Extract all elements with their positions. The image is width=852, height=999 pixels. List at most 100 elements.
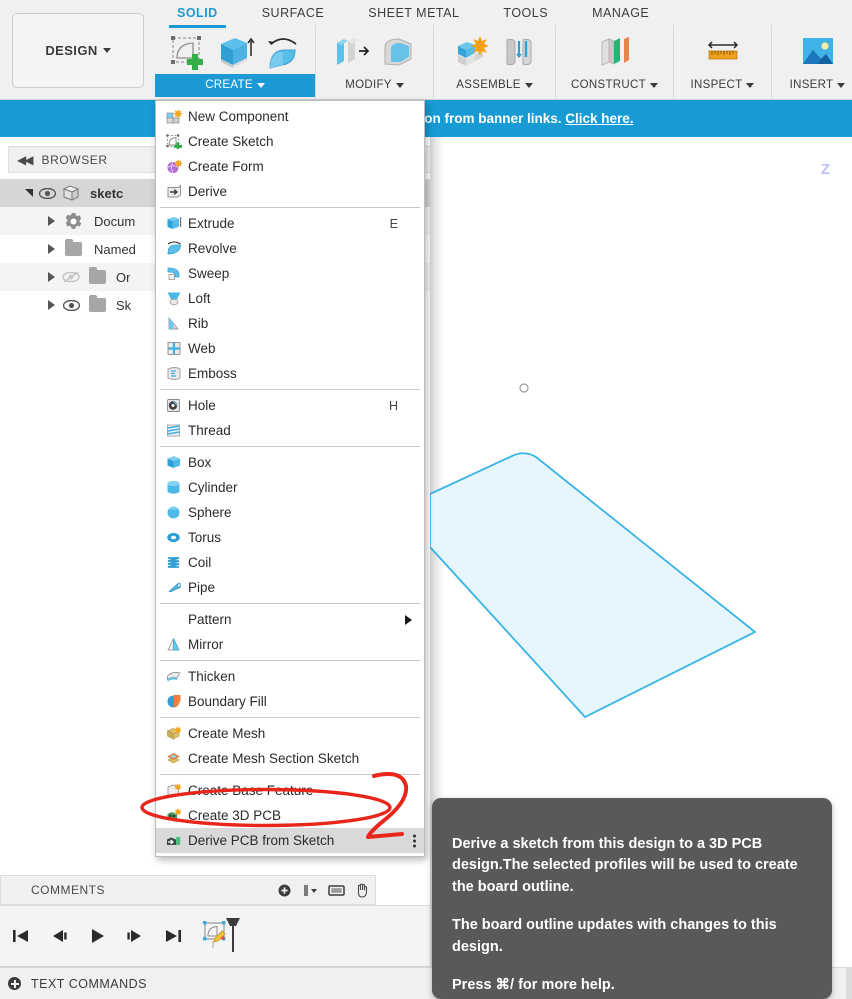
menu-item-create-mesh[interactable]: Create Mesh — [156, 721, 424, 746]
menu-item-box[interactable]: Box — [156, 450, 424, 475]
menu-item-label: Pipe — [188, 580, 216, 595]
grid-settings-icon[interactable] — [323, 875, 349, 905]
visibility-eye-icon[interactable] — [58, 299, 84, 311]
expand-text-commands-icon[interactable] — [8, 977, 21, 990]
tab-surface-label: SURFACE — [261, 6, 325, 20]
create-sketch-icon[interactable] — [165, 30, 209, 74]
menu-item-sweep[interactable]: Sweep — [156, 261, 424, 286]
panel-create-dropdown[interactable]: CREATE — [155, 74, 315, 97]
step-forward-icon[interactable] — [122, 921, 148, 951]
menu-item-create-form[interactable]: Create Form — [156, 154, 424, 179]
play-icon[interactable] — [84, 921, 110, 951]
panel-assemble-label: ASSEMBLE — [456, 79, 521, 91]
joint-icon[interactable] — [497, 30, 541, 74]
tab-manage[interactable]: MANAGE — [570, 0, 671, 26]
new-component-icon[interactable] — [449, 30, 493, 74]
menu-item-loft[interactable]: Loft — [156, 286, 424, 311]
menu-item-label: Loft — [188, 291, 211, 306]
scrollbar-edge[interactable] — [846, 967, 852, 999]
visibility-off-icon[interactable] — [58, 271, 84, 283]
add-comment-icon[interactable] — [271, 875, 297, 905]
menu-item-create-sketch[interactable]: Create Sketch — [156, 129, 424, 154]
go-to-beginning-icon[interactable] — [8, 921, 34, 951]
overflow-menu-icon[interactable] — [413, 834, 416, 847]
tab-surface[interactable]: SURFACE — [240, 0, 347, 26]
panel-assemble-icons — [441, 25, 549, 74]
menu-item-new-component[interactable]: New Component — [156, 104, 424, 129]
menu-item-cylinder[interactable]: Cylinder — [156, 475, 424, 500]
chevron-down-icon — [256, 83, 265, 88]
menu-item-extrude[interactable]: Extrude E — [156, 211, 424, 236]
menu-item-derive-pcb-from-sketch[interactable]: Derive PCB from Sketch — [156, 828, 424, 853]
panel-construct-dropdown[interactable]: CONSTRUCT — [556, 74, 673, 97]
create-dropdown-menu[interactable]: New Component Create Sketch Create Form … — [155, 100, 425, 857]
panel-insert-icons — [788, 25, 848, 74]
sketch-profile[interactable] — [430, 247, 852, 807]
tab-sheet-metal[interactable]: SHEET METAL — [346, 0, 481, 26]
expand-toggle-icon[interactable] — [44, 272, 58, 282]
tab-tools[interactable]: TOOLS — [481, 0, 570, 26]
visibility-eye-icon[interactable] — [36, 187, 58, 199]
tree-item-label: Sk — [116, 297, 132, 313]
menu-item-thicken[interactable]: Thicken — [156, 664, 424, 689]
component-icon — [58, 184, 84, 202]
menu-item-pipe[interactable]: Pipe — [156, 575, 424, 600]
press-pull-icon[interactable] — [329, 30, 373, 74]
panel-inspect-dropdown[interactable]: INSPECT — [674, 74, 771, 97]
menu-item-label: Derive PCB from Sketch — [188, 833, 335, 848]
menu-item-label: Sweep — [188, 266, 230, 281]
promo-banner-link[interactable]: Click here. — [565, 111, 633, 126]
emboss-icon — [162, 364, 186, 384]
menu-item-pattern[interactable]: Pattern — [156, 607, 424, 632]
chevron-down-icon — [395, 83, 404, 88]
menu-item-coil[interactable]: Coil — [156, 550, 424, 575]
coil-icon — [162, 553, 186, 573]
menu-item-revolve[interactable]: Revolve — [156, 236, 424, 261]
decal-icon[interactable] — [796, 30, 840, 74]
panel-insert-dropdown[interactable]: INSERT — [772, 74, 852, 97]
panel-construct-label: CONSTRUCT — [571, 79, 646, 91]
menu-item-thread[interactable]: Thread — [156, 418, 424, 443]
menu-item-hole[interactable]: Hole H — [156, 393, 424, 418]
workspace-switcher-button[interactable]: DESIGN — [12, 13, 144, 88]
comments-bar[interactable]: COMMENTS — [0, 875, 376, 905]
panel-assemble-dropdown[interactable]: ASSEMBLE — [434, 74, 555, 97]
fillet-icon[interactable] — [377, 30, 421, 74]
menu-item-create-mesh-section-sketch[interactable]: Create Mesh Section Sketch — [156, 746, 424, 771]
expand-toggle-icon[interactable] — [44, 216, 58, 226]
text-commands-label: TEXT COMMANDS — [31, 976, 147, 991]
menu-item-torus[interactable]: Torus — [156, 525, 424, 550]
menu-item-boundary-fill[interactable]: Boundary Fill — [156, 689, 424, 714]
menu-item-create-3d-pcb[interactable]: Create 3D PCB — [156, 803, 424, 828]
menu-item-web[interactable]: Web — [156, 336, 424, 361]
menu-item-label: Revolve — [188, 241, 237, 256]
expand-toggle-icon[interactable] — [44, 300, 58, 310]
tree-item-label: Named — [94, 241, 136, 257]
extrude-icon[interactable] — [213, 30, 257, 74]
menu-item-create-base-feature[interactable]: Create Base Feature — [156, 778, 424, 803]
menu-separator — [160, 660, 420, 661]
sketch-feature-icon[interactable] — [198, 918, 248, 952]
measure-icon[interactable] — [701, 30, 745, 74]
offset-plane-icon[interactable] — [593, 30, 637, 74]
revolve-icon[interactable] — [261, 30, 305, 74]
menu-item-rib[interactable]: Rib — [156, 311, 424, 336]
menu-item-emboss[interactable]: Emboss — [156, 361, 424, 386]
tab-solid[interactable]: SOLID — [155, 0, 240, 28]
panel-inspect-icons — [693, 25, 753, 74]
tab-solid-label: SOLID — [177, 6, 218, 20]
menu-item-sphere[interactable]: Sphere — [156, 500, 424, 525]
panel-modify-dropdown[interactable]: MODIFY — [316, 74, 433, 97]
menu-item-mirror[interactable]: Mirror — [156, 632, 424, 657]
go-to-end-icon[interactable] — [160, 921, 186, 951]
create-form-icon — [162, 157, 186, 177]
pan-icon[interactable] — [349, 875, 375, 905]
thicken-icon — [162, 667, 186, 687]
timeline-bar[interactable] — [0, 905, 430, 967]
step-back-icon[interactable] — [46, 921, 72, 951]
display-settings-icon[interactable] — [297, 875, 323, 905]
expand-toggle-icon[interactable] — [22, 189, 36, 197]
expand-toggle-icon[interactable] — [44, 244, 58, 254]
menu-item-derive[interactable]: Derive — [156, 179, 424, 204]
collapse-left-icon[interactable]: ◀◀ — [17, 153, 34, 167]
